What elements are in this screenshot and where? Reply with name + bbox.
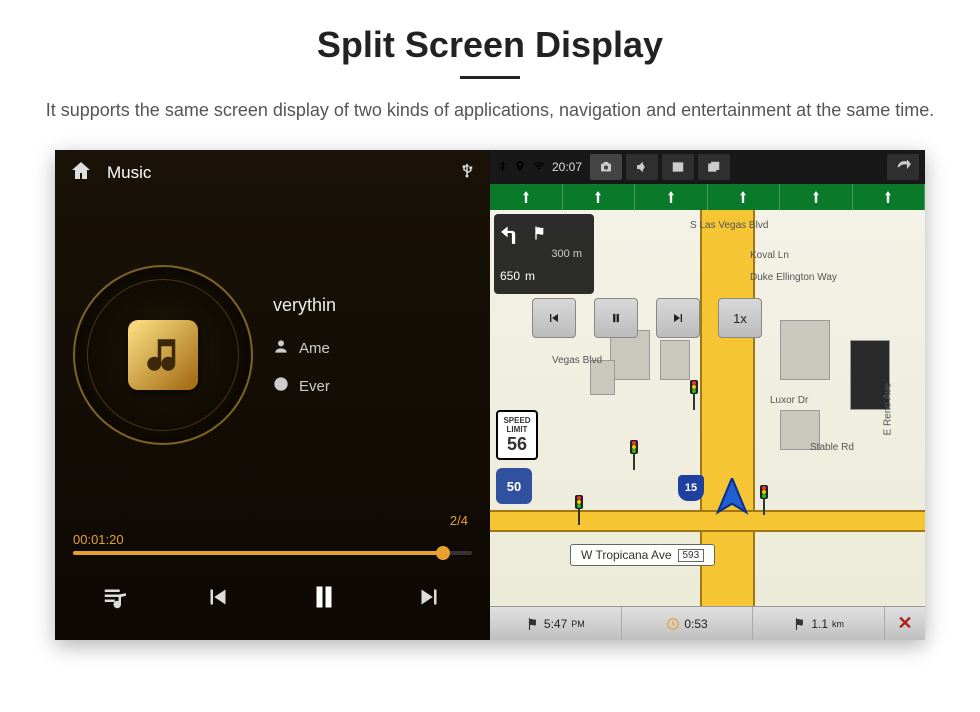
map-area[interactable]: S Las Vegas Blvd Koval Ln Duke Ellington…	[490, 210, 925, 606]
location-icon	[514, 160, 526, 175]
close-button[interactable]: ✕	[885, 607, 925, 640]
status-icons: 20:07	[496, 160, 586, 175]
playback-pause-button[interactable]	[594, 298, 638, 338]
eta-segment[interactable]: 5:47 PM	[490, 607, 622, 640]
playback-prev-button[interactable]	[532, 298, 576, 338]
lane-arrow	[708, 184, 781, 210]
nav-bottom-bar: 5:47 PM 0:53 1.1 km ✕	[490, 606, 925, 640]
lane-arrow	[853, 184, 926, 210]
route-playback-controls: 1x	[532, 298, 762, 338]
flag-icon	[526, 617, 540, 631]
street-label: S Las Vegas Blvd	[690, 220, 768, 231]
street-label: E Reno Ave	[883, 383, 894, 436]
eta-time: 5:47	[544, 617, 567, 631]
recent-apps-icon[interactable]	[698, 154, 730, 180]
skip-prev-icon[interactable]	[203, 582, 233, 617]
skip-next-icon[interactable]	[414, 582, 444, 617]
speed-limit-label: LIMIT	[507, 425, 528, 434]
traffic-light-icon	[630, 440, 638, 470]
interstate-shield: 15	[678, 475, 704, 501]
usb-icon[interactable]	[458, 162, 476, 185]
elapsed-time: 00:01:20	[73, 532, 472, 547]
music-top-bar: Music	[55, 150, 490, 196]
speed-limit-label: SPEED	[503, 416, 530, 425]
music-body: verythin Ame Ever	[55, 196, 490, 513]
music-note-icon	[128, 320, 198, 390]
status-bar: 20:07	[490, 150, 925, 184]
traffic-light-icon	[575, 495, 583, 525]
lane-guidance	[490, 184, 925, 210]
bluetooth-icon	[496, 160, 508, 175]
navigation-panel: 20:07	[490, 150, 925, 640]
street-label: Koval Ln	[750, 250, 789, 261]
music-app-label: Music	[107, 163, 151, 183]
track-title: verythin	[273, 295, 480, 316]
camera-icon[interactable]	[590, 154, 622, 180]
status-time: 20:07	[552, 160, 582, 174]
title-underline	[460, 76, 520, 79]
progress-bar[interactable]	[73, 551, 472, 555]
device-frame: Music verythin Ame Ever	[55, 150, 925, 640]
traffic-light-icon	[760, 485, 768, 515]
wifi-icon	[532, 160, 546, 175]
lane-arrow	[780, 184, 853, 210]
road-main-horizontal	[490, 510, 925, 532]
turn-left-icon	[500, 220, 526, 246]
current-position-arrow	[715, 478, 749, 523]
track-counter: 2/4	[73, 513, 472, 528]
playback-speed-button[interactable]: 1x	[718, 298, 762, 338]
person-icon	[273, 338, 289, 358]
current-street-name: W Tropicana Ave	[581, 548, 672, 562]
progress-fill	[73, 551, 440, 555]
flag-icon	[793, 617, 807, 631]
street-number-badge: 593	[678, 549, 705, 562]
traffic-light-icon	[690, 380, 698, 410]
distance-value: 1.1	[811, 617, 828, 631]
progress-area: 2/4 00:01:20	[55, 513, 490, 561]
checkered-flag-icon	[532, 223, 548, 243]
speed-limit-sign: SPEED LIMIT 56	[496, 410, 538, 460]
music-controls	[55, 561, 490, 640]
speed-limit-value: 56	[507, 434, 527, 455]
eta-unit: PM	[571, 619, 585, 629]
playlist-icon[interactable]	[101, 582, 131, 617]
current-street-sign: W Tropicana Ave 593	[570, 544, 715, 566]
duration-segment[interactable]: 0:53	[622, 607, 754, 640]
pause-icon[interactable]	[306, 579, 342, 620]
street-label: Duke Ellington Way	[750, 272, 837, 283]
album-name: Ever	[299, 378, 330, 395]
lane-arrow	[635, 184, 708, 210]
clock-icon	[666, 617, 680, 631]
lane-arrow	[563, 184, 636, 210]
street-label: Luxor Dr	[770, 395, 808, 406]
back-icon[interactable]	[887, 154, 919, 180]
album-art[interactable]	[73, 265, 253, 445]
street-label: Vegas Blvd	[552, 355, 602, 366]
page-title: Split Screen Display	[0, 0, 980, 66]
distance-unit: km	[832, 619, 844, 629]
progress-knob[interactable]	[436, 546, 450, 560]
volume-icon[interactable]	[626, 154, 658, 180]
lane-arrow	[490, 184, 563, 210]
close-app-icon[interactable]	[662, 154, 694, 180]
playback-next-button[interactable]	[656, 298, 700, 338]
music-panel: Music verythin Ame Ever	[55, 150, 490, 640]
turn-main-unit: m	[525, 269, 535, 283]
duration-value: 0:53	[684, 617, 707, 631]
turn-instruction: 300 m 650 m	[494, 214, 594, 294]
turn-main-distance: 650	[500, 269, 520, 283]
street-label: Stable Rd	[810, 442, 854, 453]
page-subtitle: It supports the same screen display of t…	[0, 97, 980, 150]
album-row: Ever	[273, 376, 480, 396]
disc-icon	[273, 376, 289, 396]
home-icon[interactable]	[69, 159, 93, 188]
distance-segment[interactable]: 1.1 km	[753, 607, 885, 640]
turn-sub-distance: 300 m	[500, 248, 582, 260]
artist-name: Ame	[299, 340, 330, 357]
artist-row: Ame	[273, 338, 480, 358]
highway-number: 50	[507, 479, 521, 494]
highway-shield: 50	[496, 468, 532, 504]
track-info: verythin Ame Ever	[273, 295, 480, 414]
